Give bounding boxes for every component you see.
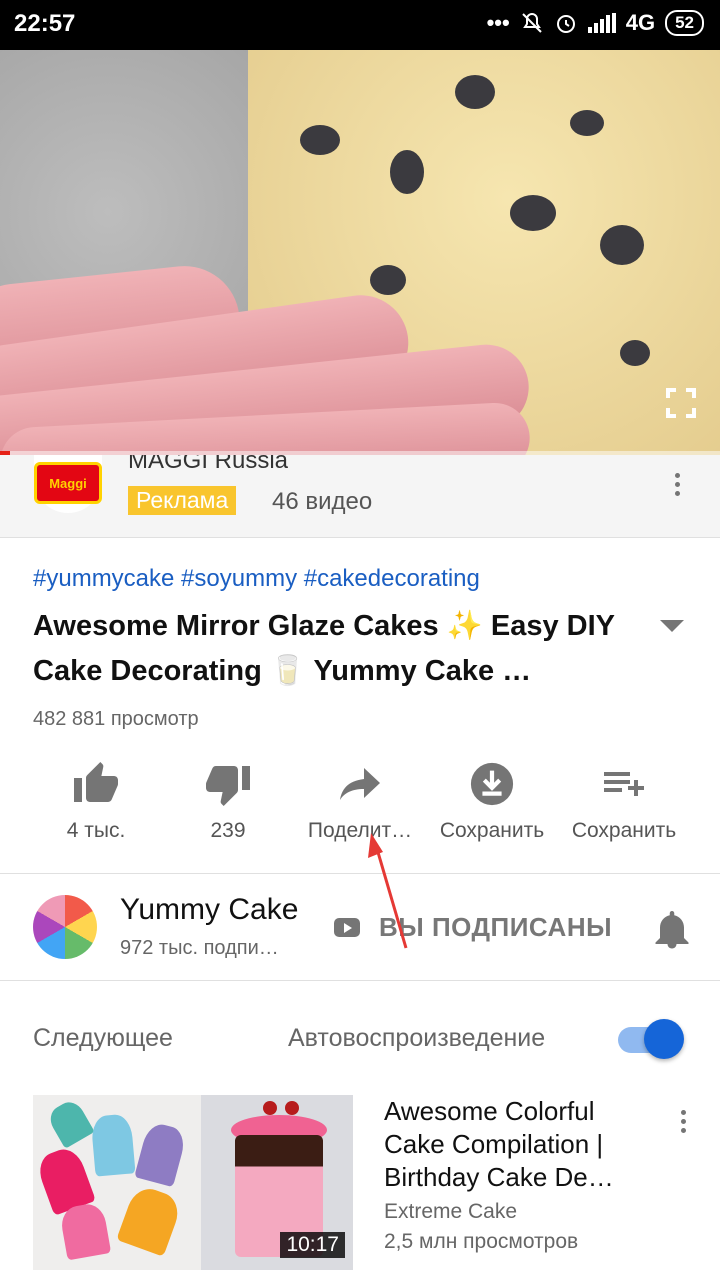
up-next-header: Следующее: [33, 1024, 173, 1052]
video-hashtags[interactable]: #yummycake #soyummy #cakedecorating: [33, 565, 480, 593]
download-button[interactable]: Сохранить: [426, 755, 558, 843]
ad-channel-name[interactable]: MAGGI Russia: [128, 455, 288, 475]
notification-bell-icon[interactable]: [654, 908, 690, 950]
youtube-subscribed-icon: [334, 918, 360, 937]
channel-avatar[interactable]: [33, 895, 97, 959]
dislike-count: 239: [210, 819, 246, 842]
next-video-more-icon[interactable]: [681, 1110, 687, 1133]
status-time: 22:57: [14, 10, 76, 37]
video-duration: 10:17: [280, 1232, 345, 1258]
next-video-title[interactable]: Awesome Colorful Cake Compilation | Birt…: [384, 1095, 644, 1194]
save-label: Сохранить: [571, 819, 677, 842]
playlist-add-icon: [604, 772, 644, 796]
status-bar: 22:57 ••• 4G 52: [0, 0, 720, 50]
view-count: 482 881 просмотр: [33, 708, 199, 730]
signal-icon: [587, 13, 616, 33]
status-icons: ••• 4G 52: [487, 10, 704, 36]
expand-description-icon[interactable]: [660, 620, 684, 632]
dislike-button[interactable]: 239: [162, 755, 294, 843]
autoplay-label: Автовоспроизведение: [288, 1024, 546, 1052]
ad-badge: Реклама: [128, 486, 237, 515]
next-video-thumbnail[interactable]: 10:17: [33, 1095, 353, 1270]
thumb-up-icon: [74, 762, 118, 802]
next-video-views: 2,5 млн просмотров: [384, 1230, 579, 1253]
channel-name[interactable]: Yummy Cake: [120, 893, 298, 927]
ad-video-count: 46 видео: [272, 488, 373, 515]
more-notifications-icon: •••: [486, 10, 510, 35]
download-label: Сохранить: [439, 819, 545, 842]
ad-more-icon[interactable]: [675, 473, 681, 496]
video-player[interactable]: [0, 50, 720, 455]
thumb-down-icon: [206, 766, 250, 806]
divider: [0, 873, 720, 874]
like-count: 4 тыс.: [66, 819, 126, 842]
ad-logo[interactable]: Maggi: [34, 455, 102, 513]
network-type: 4G: [625, 10, 656, 35]
battery-icon: 52: [665, 10, 704, 36]
share-label: Поделит…: [307, 819, 413, 842]
subscribed-button[interactable]: ВЫ ПОДПИСАНЫ: [379, 912, 612, 943]
ad-banner[interactable]: Maggi MAGGI Russia Реклама 46 видео: [0, 455, 720, 538]
share-icon: [340, 768, 380, 800]
share-button[interactable]: Поделит…: [294, 755, 426, 843]
video-title[interactable]: Awesome Mirror Glaze Cakes ✨ Easy DIY Ca…: [33, 604, 633, 694]
action-bar: 4 тыс. 239 Поделит… Сохранить Сохранить: [0, 755, 720, 865]
autoplay-toggle-knob[interactable]: [644, 1019, 684, 1059]
save-to-playlist-button[interactable]: Сохранить: [558, 755, 690, 843]
next-video-channel: Extreme Cake: [384, 1200, 518, 1223]
divider: [0, 980, 720, 981]
like-button[interactable]: 4 тыс.: [30, 755, 162, 843]
alarm-icon: [556, 15, 575, 33]
fullscreen-icon[interactable]: [666, 388, 696, 418]
mute-icon: [522, 12, 542, 33]
download-icon: [470, 762, 514, 806]
subscriber-count: 972 тыс. подпи…: [120, 937, 279, 959]
